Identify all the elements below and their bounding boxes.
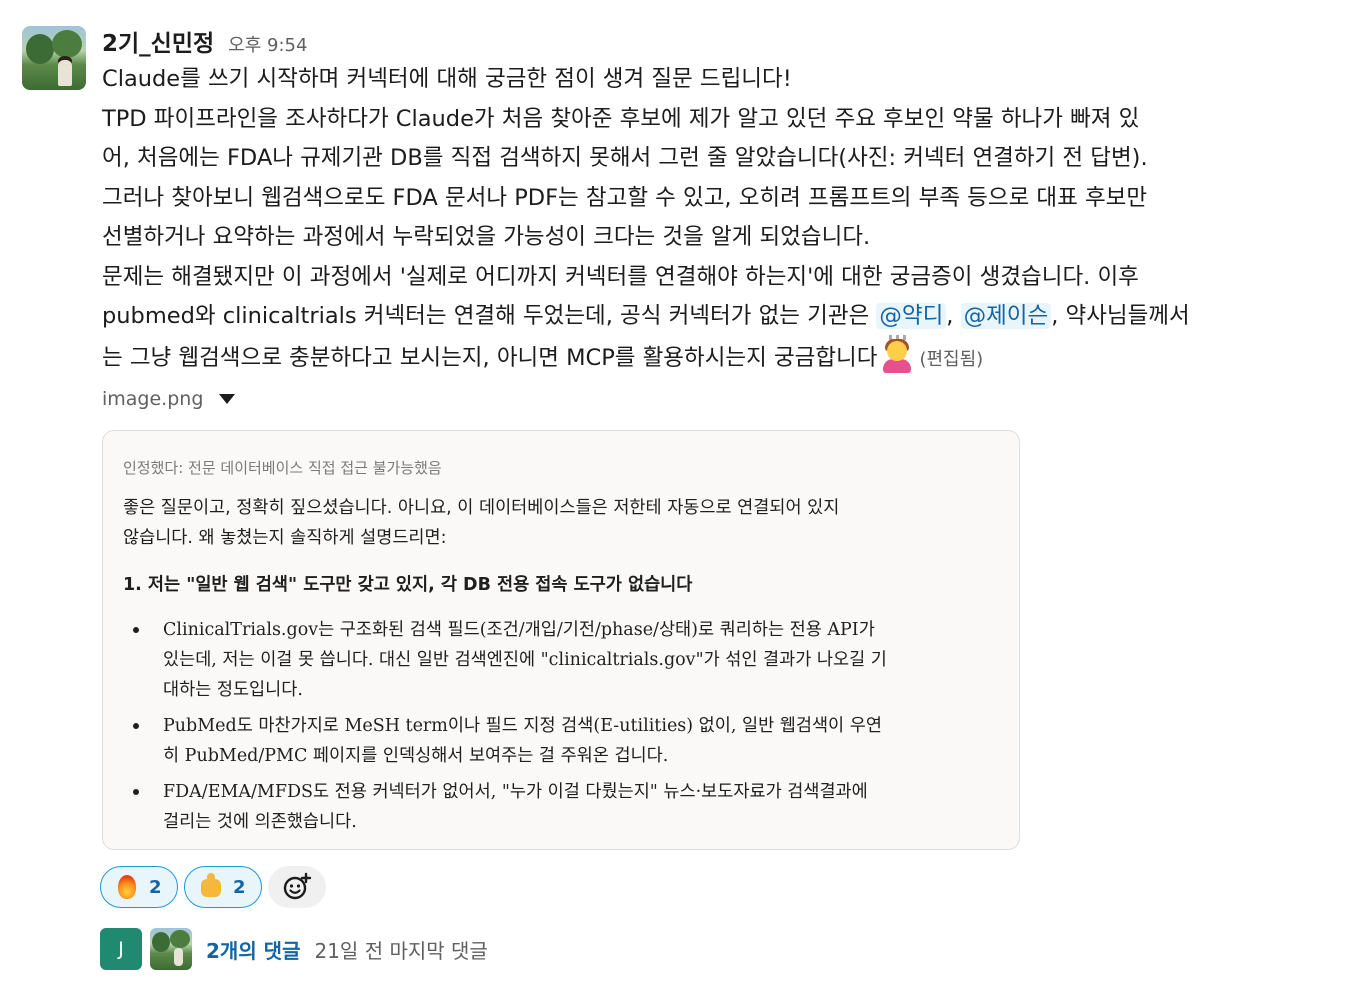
thread-summary[interactable]: J 2개의 댓글 21일 전 마지막 댓글 bbox=[100, 928, 488, 970]
bullet-dot-icon bbox=[133, 789, 139, 795]
image-text-line: 좋은 질문이고, 정확히 짚으셨습니다. 아니요, 이 데이터베이스들은 저한테… bbox=[123, 498, 840, 518]
bullet-dot-icon bbox=[133, 723, 139, 729]
reaction-bar: 2 2 bbox=[100, 866, 326, 908]
reaction-thumbs-up[interactable]: 2 bbox=[184, 866, 262, 908]
thread-last-reply: 21일 전 마지막 댓글 bbox=[314, 938, 488, 963]
image-paragraph: 좋은 질문이고, 정확히 짚으셨습니다. 아니요, 이 데이터베이스들은 저한테… bbox=[123, 493, 1003, 553]
message-line: Claude를 쓰기 시작하며 커넥터에 대해 궁금한 점이 생겨 질문 드립니… bbox=[102, 66, 792, 92]
thread-participant-avatar: J bbox=[100, 928, 142, 970]
reaction-count: 2 bbox=[233, 876, 246, 898]
message-line: 는 그냥 웹검색으로 충분하다고 보시는지, 아니면 MCP를 활용하시는지 궁… bbox=[102, 334, 1342, 380]
image-text-line: 않습니다. 왜 놓쳤는지 솔직하게 설명드리면: bbox=[123, 528, 447, 548]
bullet-dot-icon bbox=[133, 627, 139, 633]
image-note: 인정했다: 전문 데이터베이스 직접 접근 불가능했음 bbox=[123, 459, 442, 477]
message-header: 2기_신민정 오후 9:54 bbox=[102, 24, 307, 58]
message-text: pubmed와 clinicaltrials 커넥터는 연결해 두었는데, 공식… bbox=[102, 303, 877, 329]
message-text: 는 그냥 웹검색으로 충분하다고 보시는지, 아니면 MCP를 활용하시는지 궁… bbox=[102, 344, 878, 371]
image-bullet: ClinicalTrials.gov는 구조화된 검색 필드(조건/개입/기전/… bbox=[123, 615, 1003, 705]
sender-avatar[interactable] bbox=[22, 26, 86, 90]
thread-reply-count[interactable]: 2개의 댓글 bbox=[206, 935, 300, 964]
attachment-image[interactable]: 인정했다: 전문 데이터베이스 직접 접근 불가능했음 좋은 질문이고, 정확히… bbox=[102, 430, 1020, 850]
attachment-file-name[interactable]: image.png bbox=[102, 388, 203, 410]
thumbs-up-emoji-icon bbox=[199, 873, 223, 899]
image-text-line: 대하는 정도입니다. bbox=[163, 680, 303, 700]
reaction-fire[interactable]: 2 bbox=[100, 866, 178, 908]
reaction-count: 2 bbox=[149, 876, 162, 898]
edited-label: (편집됨) bbox=[919, 348, 984, 370]
fire-emoji-icon bbox=[115, 875, 139, 899]
message-text: , bbox=[946, 303, 961, 329]
image-text-line: FDA/EMA/MFDS도 전용 커넥터가 없어서, "누가 이걸 다뤘는지" … bbox=[163, 782, 868, 802]
attachment-header: image.png bbox=[102, 388, 236, 410]
message-line: TPD 파이프라인을 조사하다가 Claude가 처음 찾아준 후보에 제가 알… bbox=[102, 105, 1140, 132]
image-text-line: 있는데, 저는 이걸 못 씁니다. 대신 일반 검색엔진에 "clinicalt… bbox=[163, 650, 887, 670]
message: 2기_신민정 오후 9:54 Claude를 쓰기 시작하며 커넥터에 대해 궁… bbox=[0, 0, 1360, 998]
message-text: , 약사님들께서 bbox=[1051, 303, 1190, 329]
image-text-line: ClinicalTrials.gov는 구조화된 검색 필드(조건/개입/기전/… bbox=[163, 620, 875, 640]
message-line: 어, 처음에는 FDA나 규제기관 DB를 직접 검색하지 못해서 그런 줄 알… bbox=[102, 145, 1148, 171]
image-text-line: 걸리는 것에 의존했습니다. bbox=[163, 812, 357, 832]
message-timestamp[interactable]: 오후 9:54 bbox=[228, 31, 307, 57]
message-body: Claude를 쓰기 시작하며 커넥터에 대해 궁금한 점이 생겨 질문 드립니… bbox=[102, 60, 1342, 379]
image-heading: 1. 저는 "일반 웹 검색" 도구만 갖고 있지, 각 DB 전용 접속 도구… bbox=[123, 575, 693, 595]
mention-jason[interactable]: @제이슨 bbox=[960, 303, 1052, 329]
person-bowing-emoji-icon bbox=[879, 334, 915, 373]
message-line: pubmed와 clinicaltrials 커넥터는 연결해 두었는데, 공식… bbox=[102, 297, 1342, 337]
image-bullet: FDA/EMA/MFDS도 전용 커넥터가 없어서, "누가 이걸 다뤘는지" … bbox=[123, 777, 1003, 837]
image-bullet-list: ClinicalTrials.gov는 구조화된 검색 필드(조건/개입/기전/… bbox=[123, 615, 1003, 843]
add-emoji-icon bbox=[283, 872, 312, 900]
mention-yakdi[interactable]: @약디 bbox=[876, 303, 947, 329]
image-text-line: PubMed도 마찬가지로 MeSH term이나 필드 지정 검색(E-uti… bbox=[163, 716, 882, 736]
image-bullet: PubMed도 마찬가지로 MeSH term이나 필드 지정 검색(E-uti… bbox=[123, 711, 1003, 771]
message-line: 문제는 해결됐지만 이 과정에서 '실제로 어디까지 커넥터를 연결해야 하는지… bbox=[102, 263, 1139, 290]
add-reaction-button[interactable] bbox=[268, 866, 326, 908]
thread-participant-avatar bbox=[150, 928, 192, 970]
collapse-caret-icon[interactable] bbox=[219, 394, 236, 404]
message-line: 그러나 찾아보니 웹검색으로도 FDA 문서나 PDF는 참고할 수 있고, 오… bbox=[102, 184, 1148, 211]
message-line: 선별하거나 요약하는 과정에서 누락되었을 가능성이 크다는 것을 알게 되었습… bbox=[102, 224, 871, 250]
image-text-line: 히 PubMed/PMC 페이지를 인덱싱해서 보여주는 걸 주워온 겁니다. bbox=[163, 746, 669, 766]
sender-name[interactable]: 2기_신민정 bbox=[102, 24, 214, 58]
